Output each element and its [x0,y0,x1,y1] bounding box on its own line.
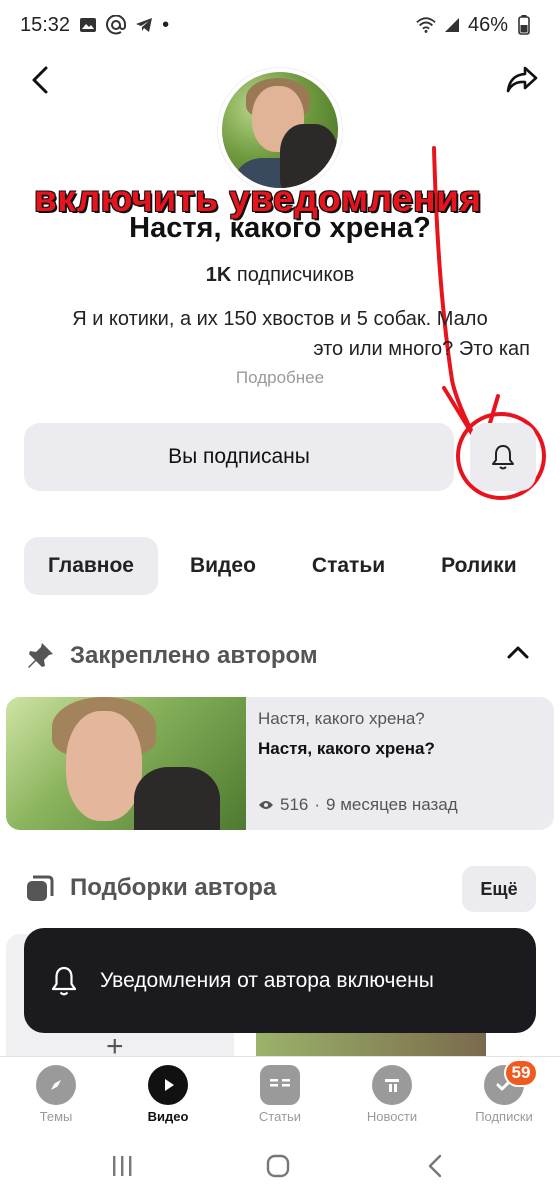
play-icon [148,1065,188,1105]
collections-more-button[interactable]: Ещё [462,866,536,912]
bell-icon [51,966,77,995]
description-line-1: Я и котики, а их 150 хвостов и 5 собак. … [72,308,488,330]
thumb-cat [134,767,220,830]
subscribers-label: подписчиков [236,264,355,286]
collections-icon [27,875,54,901]
share-icon [506,66,538,93]
status-time: 15:32 [20,13,71,36]
nav-label-articles: Статьи [258,1109,302,1124]
channel-title: Настя, какого хрена? [129,212,431,244]
notifications-button[interactable] [470,423,536,491]
share-button[interactable] [504,62,540,98]
nav-label-topics: Темы [39,1109,73,1124]
battery-icon [514,15,534,35]
home-icon [266,1154,290,1178]
card-views: 516 [280,795,309,814]
description-line-2: это или много? Это кап [313,338,530,360]
tab-video[interactable]: Видео [166,537,280,595]
recents-icon [113,1156,132,1176]
channel-description: Я и котики, а их 150 хвостов и 5 собак. … [30,304,530,364]
card-age: 9 месяцев назад [326,795,458,814]
at-icon [106,15,127,35]
chevron-up-icon[interactable] [506,644,530,665]
channel-avatar[interactable] [218,68,342,192]
battery-level: 46% [467,13,508,36]
pinned-header: Закреплено автором [24,636,536,676]
toast-notification: Уведомления от автора включены [24,928,536,1033]
recents-button[interactable] [110,1154,134,1183]
news-icon [372,1065,412,1105]
system-nav-bar [0,1130,560,1200]
wifi-icon [416,15,436,35]
video-thumbnail [6,697,246,830]
card-channel-name: Настя, какого хрена? [258,709,425,728]
toast-text: Уведомления от автора включены [100,968,434,992]
pinned-title: Закреплено автором [70,642,318,669]
more-link[interactable]: Подробнее [0,368,560,388]
collections-header: Подборки автора [24,868,536,908]
pinned-video-card[interactable]: Настя, какого хрена? Настя, какого хрена… [6,697,554,830]
nav-label-subscriptions: Подписки [475,1109,533,1124]
articles-icon [260,1065,300,1105]
back-button[interactable] [22,62,58,98]
thumb-face [66,711,142,821]
compass-icon [36,1065,76,1105]
bottom-nav: Темы Видео Статьи Новости Подписки 59 [0,1056,560,1130]
card-separator: · [314,795,321,814]
status-bar: 15:32 • 46% [0,0,560,50]
nav-item-video[interactable]: Видео [112,1057,224,1130]
back-arrow-icon [32,66,48,94]
collections-title: Подборки автора [70,874,277,901]
nav-label-news: Новости [366,1109,418,1124]
status-dot: • [162,13,170,36]
subscribers-count: 1K подписчиков [0,264,560,287]
system-back-button[interactable] [424,1154,448,1183]
nav-item-topics[interactable]: Темы [0,1057,112,1130]
signal-icon [442,15,462,35]
pin-icon [28,643,53,668]
card-meta: 516 · 9 месяцев назад [258,795,458,815]
telegram-icon [134,15,154,35]
nav-item-news[interactable]: Новости [336,1057,448,1130]
bell-icon [492,445,514,470]
gallery-icon [78,15,98,35]
home-button[interactable] [266,1154,290,1183]
subscriptions-badge: 59 [504,1059,538,1087]
tab-main[interactable]: Главное [24,537,158,595]
eye-icon [259,801,273,809]
tab-articles[interactable]: Статьи [288,537,409,595]
card-title: Настя, какого хрена? [258,739,435,758]
subscribers-number: 1K [205,264,232,286]
tab-shorts[interactable]: Ролики [417,537,540,595]
subscribed-button[interactable]: Вы подписаны [24,423,454,491]
nav-item-subscriptions[interactable]: Подписки 59 [448,1057,560,1130]
nav-label-video: Видео [147,1109,189,1124]
nav-item-articles[interactable]: Статьи [224,1057,336,1130]
chevron-left-icon [428,1154,442,1178]
channel-tabs: Главное Видео Статьи Ролики [24,537,541,595]
